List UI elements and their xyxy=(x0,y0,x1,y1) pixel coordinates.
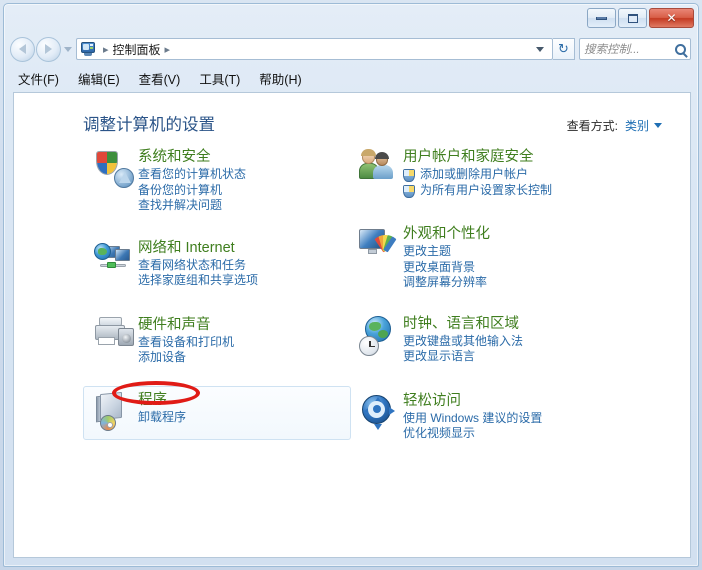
minimize-icon xyxy=(596,16,607,20)
category-link[interactable]: 备份您的计算机 xyxy=(138,183,246,199)
maximize-icon xyxy=(627,13,638,23)
category-link[interactable]: 选择家庭组和共享选项 xyxy=(138,273,258,289)
back-button[interactable] xyxy=(10,36,35,62)
category-system-and-security[interactable]: 系统和安全 查看您的计算机状态 备份您的计算机 查找并解决问题 xyxy=(83,143,383,220)
arrow-right-icon xyxy=(45,44,52,54)
search-box[interactable]: 搜索控制... xyxy=(579,38,691,60)
menu-bar: 文件(F) 编辑(E) 查看(V) 工具(T) 帮助(H) xyxy=(4,65,698,91)
menu-item-view[interactable]: 查看(V) xyxy=(139,69,181,88)
category-link[interactable]: 为所有用户设置家长控制 xyxy=(403,183,552,199)
refresh-icon: ↻ xyxy=(558,41,569,56)
control-panel-icon xyxy=(80,41,96,57)
navigation-buttons xyxy=(10,36,76,62)
category-link-uninstall-program[interactable]: 卸载程序 xyxy=(138,410,186,426)
address-bar-row: ▸ 控制面板 ▸ ↻ 搜索控制... xyxy=(4,33,698,65)
category-title[interactable]: 硬件和声音 xyxy=(138,317,234,334)
search-input-placeholder[interactable]: 搜索控制... xyxy=(584,41,675,57)
category-title[interactable]: 外观和个性化 xyxy=(403,226,490,243)
printer-speaker-icon xyxy=(92,316,136,359)
category-link[interactable]: 更改显示语言 xyxy=(403,349,523,365)
uac-shield-icon xyxy=(403,169,415,182)
view-by-control: 查看方式: 类别 xyxy=(567,117,662,134)
category-ease-of-access[interactable]: 轻松访问 使用 Windows 建议的设置 优化视频显示 xyxy=(348,387,648,448)
search-icon xyxy=(675,43,686,55)
category-programs[interactable]: 程序 卸载程序 xyxy=(83,385,351,440)
breadcrumb-separator-1[interactable]: ▸ xyxy=(103,43,109,56)
page-title: 调整计算机的设置 xyxy=(83,116,215,134)
category-column-left: 系统和安全 查看您的计算机状态 备份您的计算机 查找并解决问题 网络和 Inte… xyxy=(83,143,383,440)
menu-item-edit[interactable]: 编辑(E) xyxy=(78,69,120,88)
category-link[interactable]: 使用 Windows 建议的设置 xyxy=(403,411,542,427)
category-link[interactable]: 优化视频显示 xyxy=(403,426,542,442)
category-link[interactable]: 更改键盘或其他输入法 xyxy=(403,334,523,350)
link-label: 添加或删除用户帐户 xyxy=(420,167,529,181)
category-title[interactable]: 程序 xyxy=(138,392,186,409)
uac-shield-icon xyxy=(403,184,415,198)
menu-item-help[interactable]: 帮助(H) xyxy=(259,69,301,88)
category-title[interactable]: 用户帐户和家庭安全 xyxy=(403,149,552,166)
category-user-accounts-and-family-safety[interactable]: 用户帐户和家庭安全 添加或删除用户帐户 为所有用户设置家长控制 xyxy=(348,143,648,204)
programs-box-cd-icon xyxy=(92,391,136,434)
category-link[interactable]: 调整屏幕分辨率 xyxy=(403,275,490,291)
security-shield-icon xyxy=(92,149,136,191)
category-link[interactable]: 查看您的计算机状态 xyxy=(138,167,246,183)
category-hardware-and-sound[interactable]: 硬件和声音 查看设备和打印机 添加设备 xyxy=(83,311,383,372)
close-button[interactable]: ✕ xyxy=(649,8,694,28)
category-link[interactable]: 更改桌面背景 xyxy=(403,260,490,276)
content-area: 调整计算机的设置 查看方式: 类别 系统和安全 查看您的计算机状态 备份您的计算… xyxy=(13,92,691,558)
title-bar: ✕ xyxy=(4,4,698,33)
ease-of-access-icon xyxy=(357,393,401,435)
category-title[interactable]: 系统和安全 xyxy=(138,149,246,166)
menu-item-file[interactable]: 文件(F) xyxy=(18,69,59,88)
category-column-right: 用户帐户和家庭安全 添加或删除用户帐户 为所有用户设置家长控制 外观和个性化 更… xyxy=(348,143,648,448)
link-label: 为所有用户设置家长控制 xyxy=(420,182,553,197)
menu-item-tools[interactable]: 工具(T) xyxy=(199,69,240,88)
category-link[interactable]: 添加或删除用户帐户 xyxy=(403,167,552,183)
arrow-left-icon xyxy=(19,44,26,54)
refresh-button[interactable]: ↻ xyxy=(553,38,575,60)
category-title[interactable]: 轻松访问 xyxy=(403,393,542,410)
category-link[interactable]: 更改主题 xyxy=(403,244,490,260)
close-icon: ✕ xyxy=(666,11,677,25)
breadcrumb[interactable]: ▸ 控制面板 ▸ xyxy=(76,38,553,60)
category-clock-language-and-region[interactable]: 时钟、语言和区域 更改键盘或其他输入法 更改显示语言 xyxy=(348,310,648,371)
clock-globe-icon xyxy=(357,315,401,358)
category-link[interactable]: 查看设备和打印机 xyxy=(138,335,234,351)
control-panel-window: ✕ ▸ 控制面板 ▸ ↻ 搜索控制... 文件(F) 编辑(E) 查看(V) 工… xyxy=(3,3,699,567)
breadcrumb-item-control-panel[interactable]: 控制面板 xyxy=(113,41,161,58)
view-by-value[interactable]: 类别 xyxy=(625,119,649,133)
category-network-and-internet[interactable]: 网络和 Internet 查看网络状态和任务 选择家庭组和共享选项 xyxy=(83,234,383,295)
minimize-button[interactable] xyxy=(587,8,616,28)
breadcrumb-chevron-down-icon[interactable] xyxy=(536,46,544,52)
recent-pages-chevron-down-icon[interactable] xyxy=(64,46,72,52)
category-title[interactable]: 时钟、语言和区域 xyxy=(403,316,523,333)
category-link[interactable]: 添加设备 xyxy=(138,350,234,366)
category-link[interactable]: 查看网络状态和任务 xyxy=(138,258,258,274)
breadcrumb-separator-2[interactable]: ▸ xyxy=(165,43,171,56)
view-by-label: 查看方式: xyxy=(566,119,618,133)
category-appearance-and-personalization[interactable]: 外观和个性化 更改主题 更改桌面背景 调整屏幕分辨率 xyxy=(348,220,648,297)
window-controls: ✕ xyxy=(587,8,694,28)
users-people-icon xyxy=(357,149,401,191)
chevron-down-icon[interactable] xyxy=(654,123,662,128)
maximize-button[interactable] xyxy=(618,8,647,28)
forward-button[interactable] xyxy=(36,36,61,62)
appearance-monitor-icon xyxy=(357,226,401,268)
network-globe-icon xyxy=(92,240,136,282)
category-title[interactable]: 网络和 Internet xyxy=(138,240,258,257)
category-link[interactable]: 查找并解决问题 xyxy=(138,198,246,214)
